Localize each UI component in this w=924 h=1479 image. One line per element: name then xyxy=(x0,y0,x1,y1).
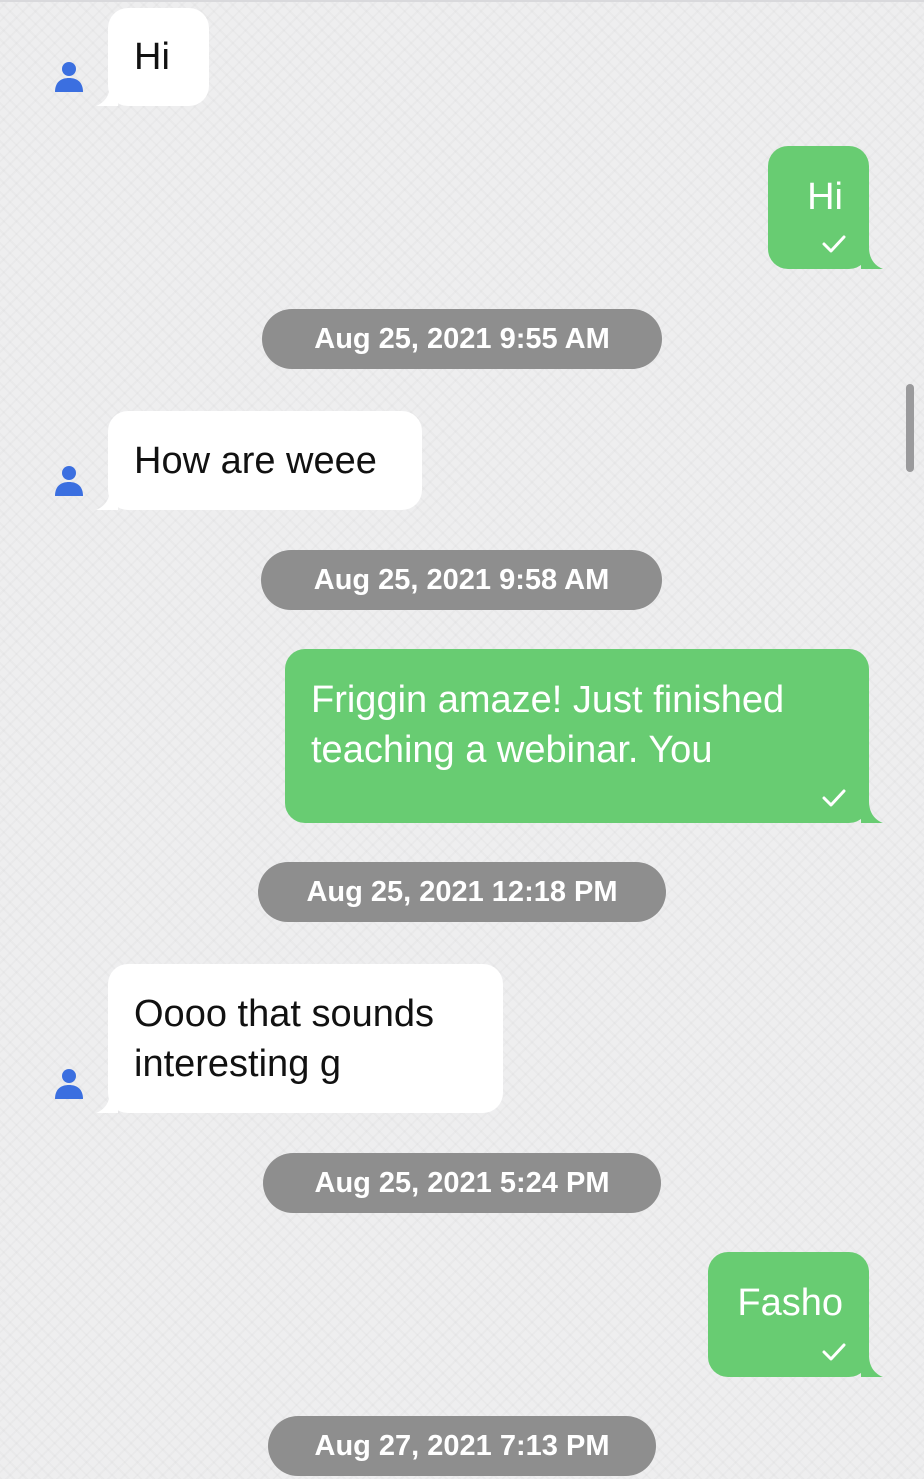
message-text: Friggin amaze! Just finished teaching a … xyxy=(311,679,785,771)
person-icon xyxy=(54,60,84,92)
message-text: Hi xyxy=(807,176,843,218)
message-text: How are weee xyxy=(134,440,377,482)
checkmark-icon xyxy=(822,235,846,253)
checkmark-icon xyxy=(822,1343,846,1361)
bubble-tail xyxy=(96,1091,118,1113)
outgoing-message-bubble[interactable]: Hi xyxy=(768,146,883,269)
bubble-tail xyxy=(861,801,883,823)
message-text: Fasho xyxy=(737,1282,843,1324)
person-icon xyxy=(54,464,84,496)
bubble-tail xyxy=(861,1355,883,1377)
bubble-tail xyxy=(861,247,883,269)
checkmark-icon xyxy=(822,789,846,807)
scrollbar-thumb[interactable] xyxy=(906,384,914,472)
timestamp-pill: Aug 25, 2021 12:18 PM xyxy=(258,862,666,922)
timestamp-pill: Aug 25, 2021 9:58 AM xyxy=(261,550,662,610)
timestamp-pill: Aug 27, 2021 7:13 PM xyxy=(268,1416,656,1476)
incoming-message-bubble[interactable]: Hi xyxy=(96,8,209,106)
bubble-tail xyxy=(96,488,118,510)
message-text: Oooo that sounds interesting g xyxy=(134,993,434,1085)
bubble-tail xyxy=(96,84,118,106)
message-text: Hi xyxy=(134,36,170,78)
timestamp-pill: Aug 25, 2021 9:55 AM xyxy=(262,309,662,369)
incoming-message-bubble[interactable]: How are weee xyxy=(96,411,422,510)
timestamp-pill: Aug 25, 2021 5:24 PM xyxy=(263,1153,661,1213)
person-icon xyxy=(54,1067,84,1099)
outgoing-message-bubble[interactable]: Fasho xyxy=(708,1252,883,1377)
top-divider xyxy=(0,0,924,2)
outgoing-message-bubble[interactable]: Friggin amaze! Just finished teaching a … xyxy=(285,649,883,823)
incoming-message-bubble[interactable]: Oooo that sounds interesting g xyxy=(96,964,503,1113)
